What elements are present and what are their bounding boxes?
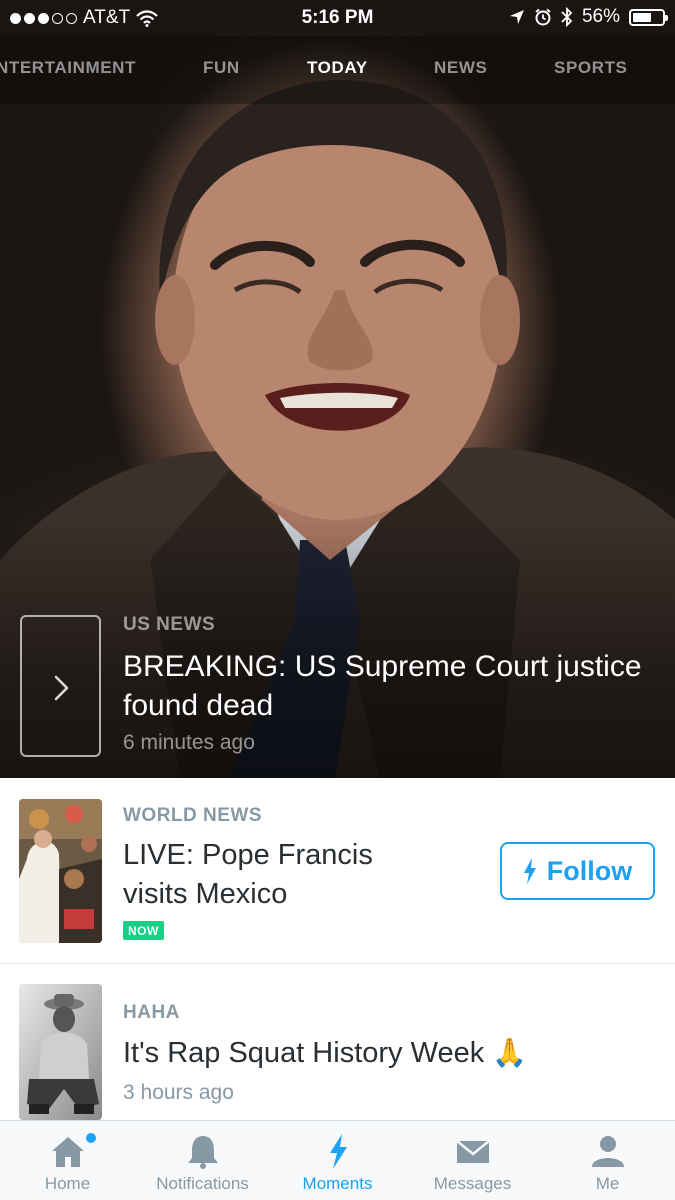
tab-sports[interactable]: SPORTS <box>554 58 628 78</box>
moment-title[interactable]: It's Rap Squat History Week 🙏 <box>123 1033 527 1073</box>
moment-category: HAHA <box>123 1002 180 1023</box>
tab-notifications-label: Notifications <box>156 1174 249 1193</box>
chevron-right-icon <box>54 675 69 701</box>
list-item[interactable]: HAHA It's Rap Squat History Week 🙏 3 hou… <box>0 964 675 1120</box>
status-right-group: 56% <box>509 6 668 28</box>
home-icon <box>51 1137 84 1167</box>
tab-notifications[interactable]: Notifications <box>135 1121 270 1200</box>
battery-level-fill <box>633 12 651 22</box>
tab-moments-label: Moments <box>302 1174 373 1193</box>
envelope-icon <box>455 1140 490 1163</box>
hero-category: US NEWS <box>123 614 216 635</box>
tab-entertainment[interactable]: NTERTAINMENT <box>0 58 136 78</box>
tab-news[interactable]: NEWS <box>434 58 487 78</box>
follow-label: Follow <box>546 855 633 886</box>
follow-button[interactable]: Follow <box>500 842 655 900</box>
category-tabs: NTERTAINMENT FUN TODAY NEWS SPORTS <box>0 36 675 104</box>
hero-card-frame[interactable] <box>20 615 101 757</box>
tab-me[interactable]: Me <box>540 1121 675 1200</box>
moment-title[interactable]: LIVE: Pope Francis visits Mexico <box>123 836 443 914</box>
location-arrow-icon <box>509 10 524 24</box>
hero-text: US NEWS BREAKING: US Supreme Court justi… <box>123 614 653 755</box>
status-bar: AT&T 5:16 PM 56% <box>0 0 675 36</box>
tab-moments[interactable]: Moments <box>270 1121 405 1200</box>
bluetooth-icon <box>561 7 573 27</box>
tab-home[interactable]: Home <box>0 1121 135 1200</box>
moments-screen: US NEWS BREAKING: US Supreme Court justi… <box>0 0 675 1200</box>
tab-fun[interactable]: FUN <box>203 58 240 78</box>
battery-icon <box>629 8 668 26</box>
bottom-tab-bar: Home Notifications Moments Messages Me <box>0 1120 675 1200</box>
hero-title[interactable]: BREAKING: US Supreme Court justice found… <box>123 647 653 725</box>
tab-me-label: Me <box>595 1174 620 1193</box>
moment-title-text: It's Rap Squat History Week <box>123 1037 485 1069</box>
moment-thumbnail <box>19 799 102 943</box>
moment-timestamp: 3 hours ago <box>123 1081 234 1104</box>
hero-moment[interactable]: US NEWS BREAKING: US Supreme Court justi… <box>0 0 675 778</box>
home-badge-dot <box>86 1133 96 1143</box>
tab-today[interactable]: TODAY <box>307 58 368 78</box>
moment-category: WORLD NEWS <box>123 805 263 826</box>
moment-text: WORLD NEWS LIVE: Pope Francis visits Mex… <box>123 805 443 940</box>
tab-messages-label: Messages <box>433 1174 512 1193</box>
lightning-icon <box>523 858 536 884</box>
hero-timestamp: 6 minutes ago <box>123 731 255 754</box>
battery-percent-label: 56% <box>581 6 620 27</box>
bell-icon <box>187 1136 218 1169</box>
moment-thumbnail <box>19 984 102 1120</box>
moment-text: HAHA It's Rap Squat History Week 🙏 3 hou… <box>123 1002 527 1105</box>
tab-messages[interactable]: Messages <box>405 1121 540 1200</box>
now-badge: NOW <box>123 921 164 940</box>
tab-home-label: Home <box>44 1174 91 1193</box>
lightning-icon <box>329 1134 347 1169</box>
person-icon <box>591 1136 624 1167</box>
moment-title-text: LIVE: Pope Francis visits Mexico <box>123 839 373 910</box>
praying-hands-icon: 🙏 <box>492 1037 528 1068</box>
alarm-clock-icon <box>535 8 551 26</box>
